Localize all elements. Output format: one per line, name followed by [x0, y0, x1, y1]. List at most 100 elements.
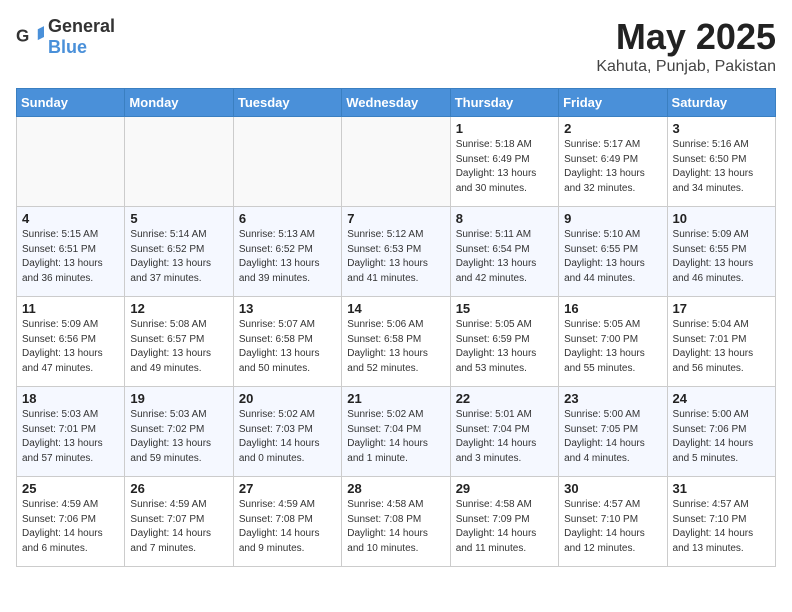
- day-number: 19: [130, 391, 227, 406]
- day-info: Sunrise: 4:57 AMSunset: 7:10 PMDaylight:…: [673, 499, 754, 554]
- calendar-cell: 28 Sunrise: 4:58 AMSunset: 7:08 PMDaylig…: [342, 477, 450, 567]
- calendar-cell: 1 Sunrise: 5:18 AMSunset: 6:49 PMDayligh…: [450, 117, 558, 207]
- day-info: Sunrise: 4:59 AMSunset: 7:06 PMDaylight:…: [22, 499, 103, 554]
- day-number: 14: [347, 301, 444, 316]
- calendar-cell: 31 Sunrise: 4:57 AMSunset: 7:10 PMDaylig…: [667, 477, 775, 567]
- day-info: Sunrise: 5:02 AMSunset: 7:04 PMDaylight:…: [347, 409, 428, 464]
- day-number: 12: [130, 301, 227, 316]
- day-number: 29: [456, 481, 553, 496]
- day-info: Sunrise: 4:59 AMSunset: 7:08 PMDaylight:…: [239, 499, 320, 554]
- day-number: 22: [456, 391, 553, 406]
- page-header: G General Blue May 2025 Kahuta, Punjab, …: [16, 16, 776, 76]
- day-info: Sunrise: 5:07 AMSunset: 6:58 PMDaylight:…: [239, 319, 320, 374]
- calendar-cell: 6 Sunrise: 5:13 AMSunset: 6:52 PMDayligh…: [233, 207, 341, 297]
- day-number: 31: [673, 481, 770, 496]
- calendar-cell: 2 Sunrise: 5:17 AMSunset: 6:49 PMDayligh…: [559, 117, 667, 207]
- day-info: Sunrise: 5:01 AMSunset: 7:04 PMDaylight:…: [456, 409, 537, 464]
- day-number: 4: [22, 211, 119, 226]
- calendar-cell: 19 Sunrise: 5:03 AMSunset: 7:02 PMDaylig…: [125, 387, 233, 477]
- logo-text-general: General: [48, 16, 115, 36]
- calendar-cell: 21 Sunrise: 5:02 AMSunset: 7:04 PMDaylig…: [342, 387, 450, 477]
- calendar-table: SundayMondayTuesdayWednesdayThursdayFrid…: [16, 88, 776, 567]
- calendar-cell: 20 Sunrise: 5:02 AMSunset: 7:03 PMDaylig…: [233, 387, 341, 477]
- calendar-cell: 26 Sunrise: 4:59 AMSunset: 7:07 PMDaylig…: [125, 477, 233, 567]
- day-number: 17: [673, 301, 770, 316]
- calendar-cell: [233, 117, 341, 207]
- calendar-cell: 27 Sunrise: 4:59 AMSunset: 7:08 PMDaylig…: [233, 477, 341, 567]
- day-info: Sunrise: 5:00 AMSunset: 7:06 PMDaylight:…: [673, 409, 754, 464]
- weekday-header-friday: Friday: [559, 89, 667, 117]
- day-number: 7: [347, 211, 444, 226]
- calendar-cell: 5 Sunrise: 5:14 AMSunset: 6:52 PMDayligh…: [125, 207, 233, 297]
- day-number: 11: [22, 301, 119, 316]
- day-number: 1: [456, 121, 553, 136]
- day-number: 13: [239, 301, 336, 316]
- weekday-header-saturday: Saturday: [667, 89, 775, 117]
- day-info: Sunrise: 5:03 AMSunset: 7:02 PMDaylight:…: [130, 409, 211, 464]
- day-number: 23: [564, 391, 661, 406]
- month-title: May 2025: [596, 16, 776, 58]
- day-info: Sunrise: 4:59 AMSunset: 7:07 PMDaylight:…: [130, 499, 211, 554]
- calendar-cell: 22 Sunrise: 5:01 AMSunset: 7:04 PMDaylig…: [450, 387, 558, 477]
- day-info: Sunrise: 4:58 AMSunset: 7:08 PMDaylight:…: [347, 499, 428, 554]
- day-number: 16: [564, 301, 661, 316]
- day-number: 26: [130, 481, 227, 496]
- day-number: 8: [456, 211, 553, 226]
- location-title: Kahuta, Punjab, Pakistan: [596, 58, 776, 76]
- day-number: 18: [22, 391, 119, 406]
- logo-text-blue: Blue: [48, 37, 87, 57]
- day-info: Sunrise: 5:02 AMSunset: 7:03 PMDaylight:…: [239, 409, 320, 464]
- weekday-header-row: SundayMondayTuesdayWednesdayThursdayFrid…: [17, 89, 776, 117]
- calendar-cell: 13 Sunrise: 5:07 AMSunset: 6:58 PMDaylig…: [233, 297, 341, 387]
- day-info: Sunrise: 4:57 AMSunset: 7:10 PMDaylight:…: [564, 499, 645, 554]
- calendar-cell: 3 Sunrise: 5:16 AMSunset: 6:50 PMDayligh…: [667, 117, 775, 207]
- day-number: 3: [673, 121, 770, 136]
- day-info: Sunrise: 5:08 AMSunset: 6:57 PMDaylight:…: [130, 319, 211, 374]
- day-info: Sunrise: 5:11 AMSunset: 6:54 PMDaylight:…: [456, 229, 537, 284]
- day-number: 27: [239, 481, 336, 496]
- day-number: 25: [22, 481, 119, 496]
- day-info: Sunrise: 5:12 AMSunset: 6:53 PMDaylight:…: [347, 229, 428, 284]
- calendar-cell: 7 Sunrise: 5:12 AMSunset: 6:53 PMDayligh…: [342, 207, 450, 297]
- day-number: 20: [239, 391, 336, 406]
- calendar-cell: 30 Sunrise: 4:57 AMSunset: 7:10 PMDaylig…: [559, 477, 667, 567]
- calendar-cell: 16 Sunrise: 5:05 AMSunset: 7:00 PMDaylig…: [559, 297, 667, 387]
- day-info: Sunrise: 5:09 AMSunset: 6:56 PMDaylight:…: [22, 319, 103, 374]
- logo: G General Blue: [16, 16, 115, 58]
- day-number: 5: [130, 211, 227, 226]
- day-number: 6: [239, 211, 336, 226]
- day-info: Sunrise: 5:03 AMSunset: 7:01 PMDaylight:…: [22, 409, 103, 464]
- calendar-cell: 12 Sunrise: 5:08 AMSunset: 6:57 PMDaylig…: [125, 297, 233, 387]
- day-number: 28: [347, 481, 444, 496]
- day-number: 24: [673, 391, 770, 406]
- calendar-cell: [125, 117, 233, 207]
- calendar-week-row: 11 Sunrise: 5:09 AMSunset: 6:56 PMDaylig…: [17, 297, 776, 387]
- calendar-cell: 24 Sunrise: 5:00 AMSunset: 7:06 PMDaylig…: [667, 387, 775, 477]
- calendar-cell: 25 Sunrise: 4:59 AMSunset: 7:06 PMDaylig…: [17, 477, 125, 567]
- day-info: Sunrise: 5:04 AMSunset: 7:01 PMDaylight:…: [673, 319, 754, 374]
- calendar-cell: [342, 117, 450, 207]
- day-info: Sunrise: 5:13 AMSunset: 6:52 PMDaylight:…: [239, 229, 320, 284]
- calendar-week-row: 4 Sunrise: 5:15 AMSunset: 6:51 PMDayligh…: [17, 207, 776, 297]
- day-info: Sunrise: 5:09 AMSunset: 6:55 PMDaylight:…: [673, 229, 754, 284]
- day-info: Sunrise: 5:17 AMSunset: 6:49 PMDaylight:…: [564, 139, 645, 194]
- day-info: Sunrise: 5:00 AMSunset: 7:05 PMDaylight:…: [564, 409, 645, 464]
- weekday-header-monday: Monday: [125, 89, 233, 117]
- day-number: 2: [564, 121, 661, 136]
- day-number: 9: [564, 211, 661, 226]
- day-number: 30: [564, 481, 661, 496]
- calendar-cell: 10 Sunrise: 5:09 AMSunset: 6:55 PMDaylig…: [667, 207, 775, 297]
- day-number: 21: [347, 391, 444, 406]
- day-info: Sunrise: 5:18 AMSunset: 6:49 PMDaylight:…: [456, 139, 537, 194]
- weekday-header-sunday: Sunday: [17, 89, 125, 117]
- calendar-cell: [17, 117, 125, 207]
- weekday-header-thursday: Thursday: [450, 89, 558, 117]
- calendar-week-row: 18 Sunrise: 5:03 AMSunset: 7:01 PMDaylig…: [17, 387, 776, 477]
- calendar-cell: 14 Sunrise: 5:06 AMSunset: 6:58 PMDaylig…: [342, 297, 450, 387]
- day-info: Sunrise: 4:58 AMSunset: 7:09 PMDaylight:…: [456, 499, 537, 554]
- calendar-cell: 18 Sunrise: 5:03 AMSunset: 7:01 PMDaylig…: [17, 387, 125, 477]
- weekday-header-wednesday: Wednesday: [342, 89, 450, 117]
- calendar-week-row: 25 Sunrise: 4:59 AMSunset: 7:06 PMDaylig…: [17, 477, 776, 567]
- svg-text:G: G: [16, 27, 29, 46]
- logo-icon: G: [16, 23, 44, 51]
